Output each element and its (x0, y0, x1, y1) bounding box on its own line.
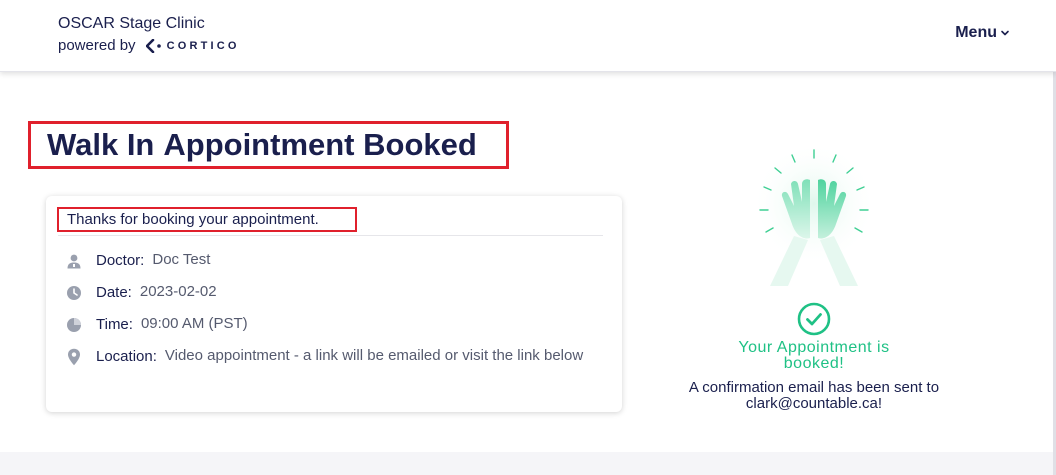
cortico-logo-text: CORTICO (166, 40, 240, 52)
divider (58, 235, 603, 236)
time-row: Time: 09:00 AM (PST) (66, 316, 248, 334)
date-value: 2023-02-02 (139, 283, 217, 300)
time-label: Time: (96, 316, 133, 333)
brand-block: OSCAR Stage Clinic powered by CORTICO (58, 14, 240, 57)
page-title-rest: Appointment Booked (163, 127, 477, 162)
booked-status: Your Appointment is booked! (738, 339, 890, 372)
location-pin-icon (66, 348, 82, 366)
user-icon (66, 252, 82, 270)
location-value: Video appointment - a link will be email… (164, 347, 584, 364)
powered-by-line: powered by CORTICO (58, 35, 240, 57)
menu-label: Menu (955, 24, 997, 41)
top-header: OSCAR Stage Clinic powered by CORTICO Me… (0, 0, 1056, 72)
check-circle-icon (797, 302, 833, 341)
date-label: Date: (96, 284, 132, 301)
pie-clock-icon (66, 316, 82, 334)
clock-icon (66, 284, 82, 302)
chevron-down-icon (1001, 30, 1009, 36)
location-row: Location: Video appointment - a link wil… (66, 348, 595, 366)
page-title-bold: Walk In (47, 127, 155, 162)
high-five-illustration (744, 140, 884, 290)
menu-button[interactable]: Menu (955, 24, 1010, 42)
appointment-details-card: Thanks for booking your appointment. Doc… (46, 196, 622, 412)
page-title: Walk In Appointment Booked (28, 121, 509, 169)
clinic-name: OSCAR Stage Clinic (58, 15, 205, 32)
thanks-message: Thanks for booking your appointment. (57, 207, 357, 232)
doctor-row: Doctor: Doc Test (66, 252, 210, 270)
doctor-value: Doc Test (152, 251, 211, 268)
footer-band (0, 452, 1053, 475)
doctor-label: Doctor: (96, 252, 145, 269)
date-row: Date: 2023-02-02 (66, 284, 217, 302)
cortico-logo: CORTICO (145, 35, 240, 57)
cortico-logo-icon (145, 39, 161, 53)
confirmation-email-message: A confirmation email has been sent to cl… (688, 379, 940, 412)
location-label: Location: (96, 348, 157, 365)
powered-by-text: powered by (58, 37, 136, 54)
time-value: 09:00 AM (PST) (140, 315, 248, 332)
